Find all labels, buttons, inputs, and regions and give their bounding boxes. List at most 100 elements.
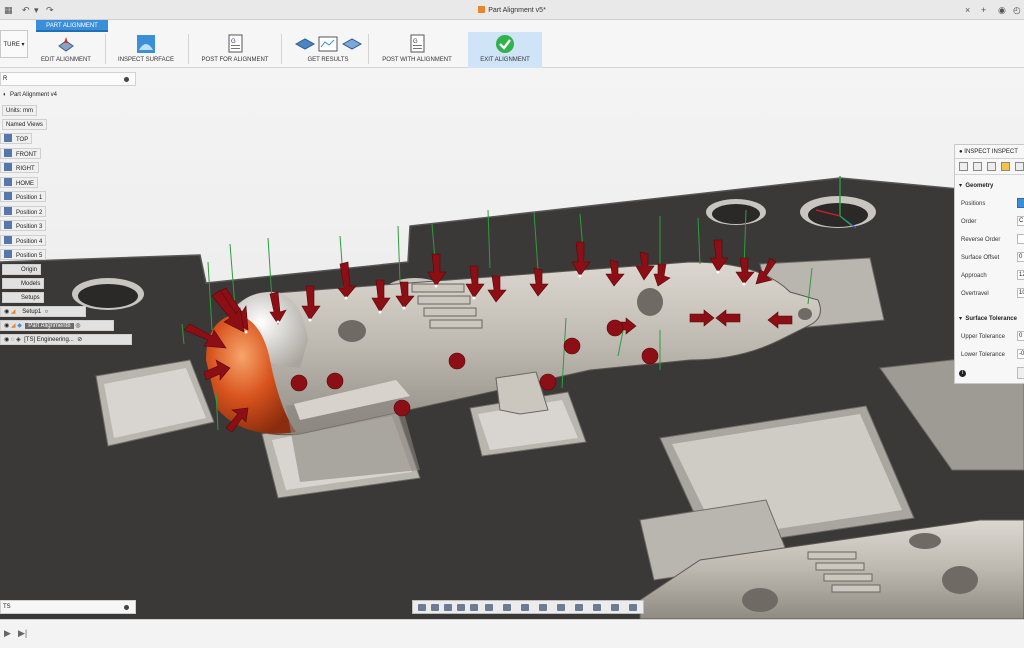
named-view-icon [4, 178, 12, 186]
view-home[interactable]: HOME [0, 177, 38, 188]
svg-text:G: G [231, 39, 236, 45]
view-position-3[interactable]: Position 3 [0, 220, 47, 231]
view-front[interactable]: FRONT [0, 148, 41, 159]
toolbar-ribbon: TURE ▾ PART ALIGNMENT EDIT ALIGNMENT INS… [0, 20, 1024, 68]
browser-setups[interactable]: Setups [2, 292, 44, 303]
zoom-icon[interactable] [457, 604, 465, 611]
browser-named-views[interactable]: Named Views [2, 119, 47, 130]
reverse-order-checkbox[interactable] [1017, 234, 1024, 244]
post-with-alignment-button[interactable]: G POST WITH ALIGNMENT [372, 34, 462, 68]
get-results-icon [294, 36, 363, 52]
browser-units[interactable]: Units: mm [2, 105, 37, 116]
document-cube-icon [478, 6, 486, 13]
named-view-icon [4, 163, 12, 171]
view-position-4[interactable]: Position 4 [0, 235, 47, 246]
extensions-icon[interactable]: ◉ [998, 5, 1006, 15]
info-icon[interactable]: i [959, 370, 966, 377]
approach-field[interactable]: 12 [1017, 270, 1024, 280]
navigation-bar [412, 600, 644, 614]
machine-display-icon[interactable] [629, 604, 637, 611]
linking-icon[interactable] [1015, 162, 1024, 171]
post-for-alignment-button[interactable]: G POST FOR ALIGNMENT [194, 34, 276, 68]
look-at-icon[interactable] [431, 604, 439, 611]
ok-button[interactable] [1017, 367, 1024, 379]
tool-display-icon[interactable] [611, 604, 619, 611]
view-position-1[interactable]: Position 1 [0, 191, 47, 202]
named-view-icon [4, 207, 12, 215]
order-field[interactable]: C [1017, 216, 1024, 226]
new-tab-icon[interactable]: + [981, 5, 986, 15]
surface-offset-field[interactable]: 0 [1017, 252, 1024, 262]
get-results-button[interactable]: GET RESULTS [288, 34, 368, 68]
step-end-icon[interactable]: ▶| [18, 628, 27, 639]
viewports-icon[interactable] [521, 604, 529, 611]
browser-models[interactable]: Models [2, 278, 45, 289]
view-right[interactable]: RIGHT [0, 162, 39, 173]
browser-header: R [0, 72, 136, 86]
edit-alignment-button[interactable]: EDIT ALIGNMENT [32, 34, 100, 68]
play-icon[interactable]: ▶ [4, 628, 11, 639]
geometry-section[interactable]: ▾ Geometry [959, 182, 993, 189]
title-bar: ▦ ↶ ▾ ↷ Part Alignment v5* × + ◉ ◴ [0, 0, 1024, 20]
stock-display-icon[interactable] [539, 604, 547, 611]
positions-label: Positions [961, 201, 986, 207]
passes-icon[interactable] [1001, 162, 1010, 171]
view-position-2[interactable]: Position 2 [0, 206, 47, 217]
inspect-panel-header: ● INSPECT INSPECT [955, 145, 1024, 159]
toolpath-display-icon[interactable] [575, 604, 583, 611]
orbit-icon[interactable] [418, 604, 426, 611]
clock-icon[interactable]: ◴ [1013, 5, 1021, 15]
browser-origin[interactable]: Origin [2, 264, 42, 275]
target-icon: ◎ [75, 323, 81, 329]
close-tab-icon[interactable]: × [965, 5, 970, 15]
pan-hand-icon[interactable] [444, 604, 452, 611]
browser-root[interactable]: ◐ Part Alignment v4 [0, 90, 60, 101]
tab-part-alignment[interactable]: PART ALIGNMENT [36, 20, 108, 32]
surface-tolerance-section[interactable]: ▾ Surface Tolerance [959, 315, 1017, 322]
model-canvas[interactable] [0, 68, 1024, 619]
browser-panel: R [0, 72, 136, 86]
workspace-dropdown[interactable]: TURE ▾ [0, 30, 28, 58]
geometry-icon[interactable] [973, 162, 982, 171]
visibility-eye-icon[interactable]: ◉ [4, 337, 9, 343]
visibility-eye-icon[interactable]: ◉ [4, 323, 9, 329]
model-display-icon[interactable] [593, 604, 601, 611]
view-top[interactable]: TOP [0, 133, 33, 144]
surface-offset-label: Surface Offset [961, 255, 1000, 261]
edit-alignment-icon [58, 37, 74, 52]
tool-icon[interactable] [959, 162, 968, 171]
reverse-order-label: Reverse Order [961, 237, 1001, 243]
alignment-tool-icon: ◆ [17, 323, 22, 329]
browser-setup1[interactable]: ◉ ◢ Setup1 ○ [0, 306, 86, 317]
svg-text:G: G [413, 39, 418, 45]
check-icon: ◌ [10, 337, 15, 343]
browser-options-icon[interactable] [124, 77, 129, 82]
ribbon-separator [188, 34, 189, 64]
lower-tolerance-field[interactable]: -0 [1017, 349, 1024, 359]
browser-engineering[interactable]: ◉ ◌ ◈ [TS] Engineering... ⊘ [0, 334, 132, 345]
comments-options-icon[interactable] [124, 605, 129, 610]
comments-panel[interactable]: TS [0, 600, 136, 614]
zoom-window-icon[interactable] [470, 604, 478, 611]
overtravel-field[interactable]: 10 [1017, 288, 1024, 298]
visibility-eye-icon[interactable]: ◉ [4, 309, 9, 315]
display-settings-icon[interactable] [485, 604, 493, 611]
setup-icon: ◢ [10, 309, 16, 315]
exit-alignment-button[interactable]: EXIT ALIGNMENT [468, 32, 542, 68]
browser-part-alignment[interactable]: ◉ ◢ ◆ Part Alignment8 ◎ [0, 320, 114, 331]
refresh-icon[interactable] [557, 604, 565, 611]
root-eye-icon[interactable]: ◐ [3, 92, 7, 98]
positions-select-button[interactable] [1017, 198, 1024, 208]
inspect-toolbar [955, 159, 1024, 175]
3d-viewport[interactable] [0, 68, 1024, 619]
inspect-surface-button[interactable]: INSPECT SURFACE [110, 34, 182, 68]
heights-icon[interactable] [987, 162, 996, 171]
setup-status-icon: ○ [44, 309, 49, 315]
named-view-icon [4, 149, 12, 157]
approach-label: Approach [961, 273, 987, 279]
grid-settings-icon[interactable] [503, 604, 511, 611]
named-view-icon [4, 192, 12, 200]
view-position-5[interactable]: Position 5 [0, 249, 47, 260]
upper-tolerance-field[interactable]: 0 [1017, 331, 1024, 341]
upper-tolerance-label: Upper Tolerance [961, 334, 1005, 340]
